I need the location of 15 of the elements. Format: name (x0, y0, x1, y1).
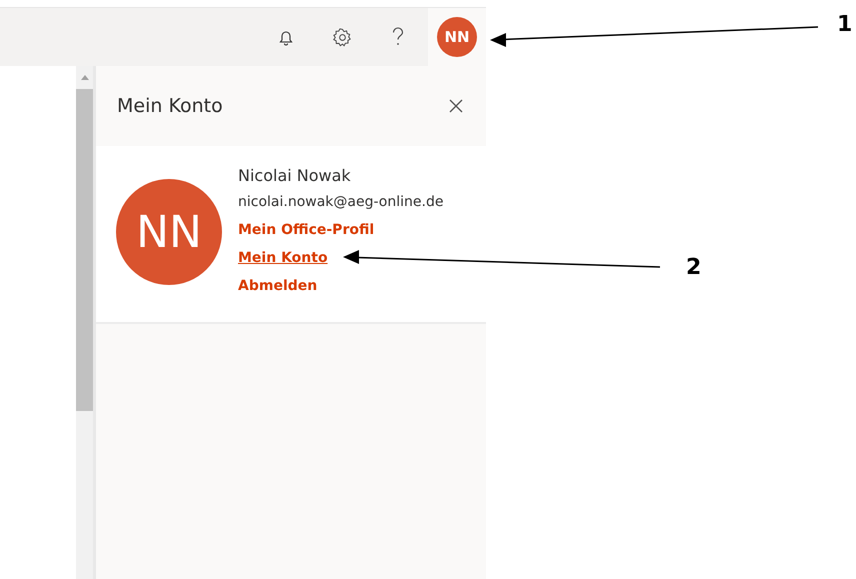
annotation-number: 1 (837, 12, 852, 38)
profile-avatar: NN (116, 179, 222, 285)
bell-icon[interactable] (279, 28, 293, 46)
scrollbar[interactable] (76, 66, 93, 579)
panel-title: Mein Konto (117, 95, 223, 117)
account-link[interactable]: Mein Konto (238, 244, 328, 272)
user-name: Nicolai Nowak (238, 165, 352, 187)
close-icon[interactable] (449, 99, 463, 113)
account-link[interactable]: Abmelden (238, 272, 318, 300)
account-link[interactable]: Mein Office-Profil (238, 216, 374, 244)
help-icon[interactable] (392, 27, 404, 47)
user-email: nicolai.nowak@aeg-online.de (238, 193, 444, 212)
account-avatar[interactable]: NN (437, 17, 477, 57)
annotation-number: 2 (686, 255, 702, 281)
settings-icon[interactable] (333, 28, 352, 46)
